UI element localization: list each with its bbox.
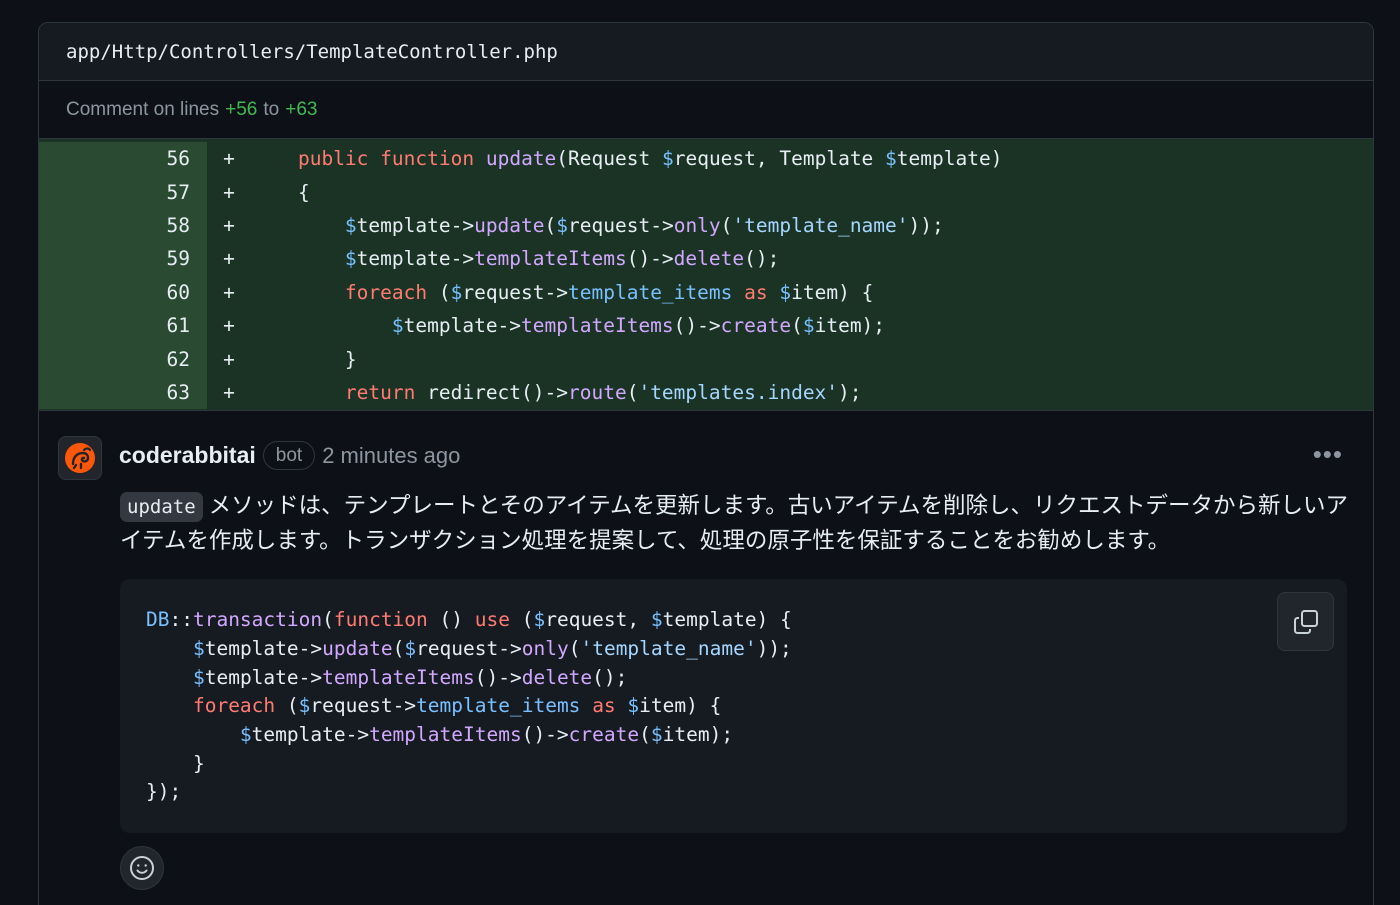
code-line: } [251, 347, 357, 371]
comment-range-end: +63 [285, 98, 318, 120]
diff-line: 56 + public function update(Request $req… [39, 142, 1373, 176]
diff-sign: + [223, 314, 235, 338]
line-number[interactable]: 60 [39, 275, 207, 309]
diff-sign: + [223, 280, 235, 304]
comment-body: update メソッドは、テンプレートとそのアイテムを更新します。古いアイテムを削… [120, 488, 1350, 558]
comment-range-prefix: Comment on lines [66, 98, 220, 120]
line-number[interactable]: 58 [39, 208, 207, 243]
diff-line: 63 + return redirect()->route('templates… [39, 375, 1373, 410]
file-comment-panel: app/Http/Controllers/TemplateController.… [38, 22, 1374, 905]
comment-timestamp[interactable]: 2 minutes ago [322, 443, 460, 469]
diff-line: 57 + { [39, 175, 1373, 209]
code-line: foreach ($request->template_items as $it… [344, 280, 874, 304]
diff-sign: + [223, 213, 235, 237]
copy-icon [1293, 609, 1318, 634]
code-snippet: DB::transaction(function () use ($reques… [146, 608, 792, 804]
comment-range-start: +56 [225, 98, 258, 120]
comment-header: coderabbitai bot 2 minutes ago [119, 441, 460, 471]
diff-sign: + [223, 247, 235, 271]
code-line: $template->templateItems()->create($item… [391, 314, 886, 338]
avatar[interactable] [58, 436, 102, 481]
diff-line: 60 + foreach ($request->template_items a… [39, 275, 1373, 309]
diff-sign: + [223, 347, 235, 371]
line-number[interactable]: 62 [39, 342, 207, 376]
code-line: { [251, 180, 310, 204]
line-number[interactable]: 61 [39, 308, 207, 343]
coderabbit-logo-icon [65, 443, 95, 474]
comment-range-middle: to [263, 98, 280, 120]
suggested-code-block: DB::transaction(function () use ($reques… [120, 579, 1347, 834]
add-reaction-button[interactable] [120, 846, 164, 891]
code-line: $template->update($request->only('templa… [344, 213, 944, 237]
review-comment: coderabbitai bot 2 minutes ago ••• updat… [39, 411, 1373, 905]
diff-line: 62 + } [39, 342, 1373, 376]
file-path[interactable]: app/Http/Controllers/TemplateController.… [66, 41, 558, 63]
code-line: $template->templateItems()->delete(); [344, 247, 780, 271]
kebab-horizontal-icon: ••• [1312, 439, 1343, 470]
more-options-button[interactable]: ••• [1313, 441, 1343, 467]
line-number[interactable]: 57 [39, 175, 207, 209]
inline-code: update [120, 492, 203, 523]
code-line: public function update(Request $request,… [297, 147, 1003, 171]
copy-button[interactable] [1277, 592, 1334, 652]
bot-badge: bot [262, 441, 316, 471]
diff-sign: + [223, 147, 235, 171]
line-number[interactable]: 63 [39, 375, 207, 410]
author-name[interactable]: coderabbitai [119, 442, 256, 469]
smiley-icon [130, 856, 154, 881]
diff-line: 61 + $template->templateItems()->create(… [39, 308, 1373, 343]
diff-hunk: 56 + public function update(Request $req… [39, 139, 1373, 412]
line-number[interactable]: 59 [39, 242, 207, 276]
diff-sign: + [223, 380, 235, 404]
comment-range: Comment on lines +56 to +63 [39, 81, 1373, 139]
line-number[interactable]: 56 [39, 142, 207, 176]
comment-text: メソッドは、テンプレートとそのアイテムを更新します。古いアイテムを削除し、リクエ… [120, 493, 1349, 554]
code-line: return redirect()->route('templates.inde… [344, 380, 862, 404]
file-header: app/Http/Controllers/TemplateController.… [39, 23, 1373, 81]
diff-line: 58 + $template->update($request->only('t… [39, 208, 1373, 243]
diff-sign: + [223, 180, 235, 204]
diff-line: 59 + $template->templateItems()->delete(… [39, 242, 1373, 276]
